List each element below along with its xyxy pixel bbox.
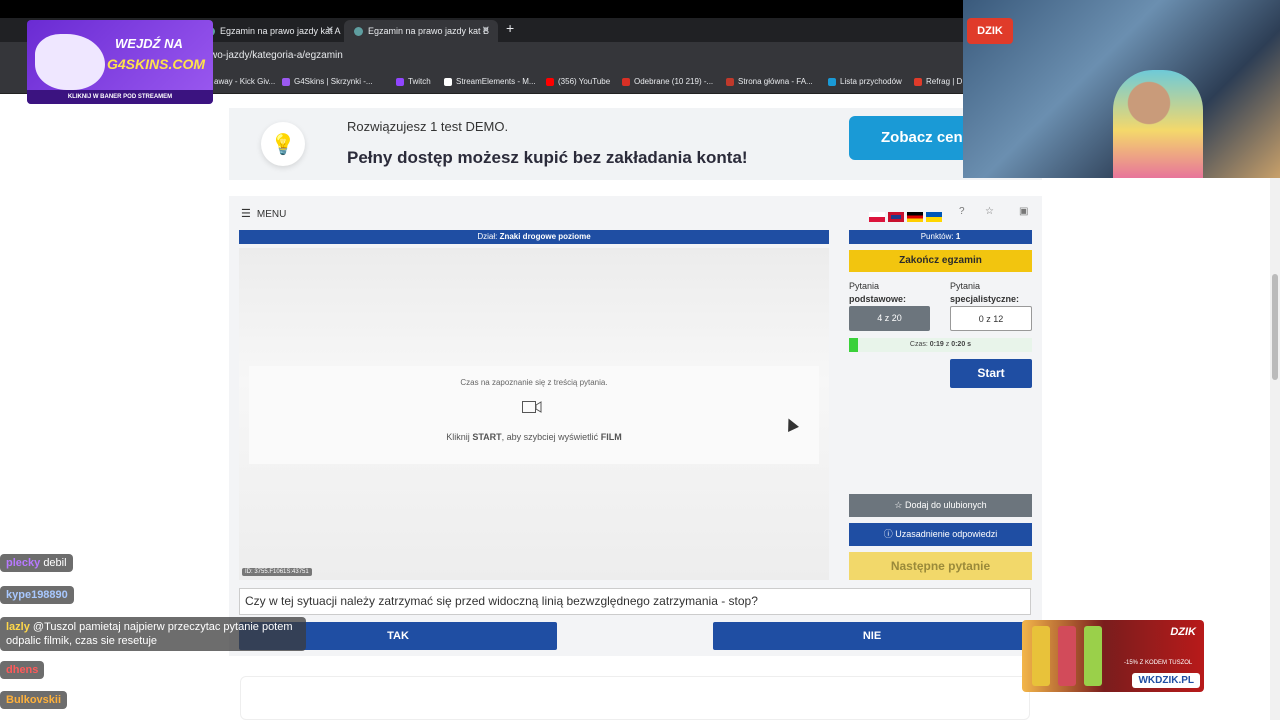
bookmark-icon [914,77,922,86]
scroll-thumb[interactable] [1272,274,1278,380]
bookmark-item[interactable]: Lista przychodów [828,77,902,86]
media-hint: Czas na zapoznanie się z treścią pytania… [460,378,608,387]
energy-can-image [1032,626,1050,686]
star-icon[interactable]: ☆ [985,206,994,217]
chat-message: lazly @Tuszol pamietaj najpierw przeczyt… [0,617,306,651]
flag-de-icon[interactable] [907,211,923,222]
close-icon[interactable]: ✕ [326,20,334,42]
dzik-ad-banner[interactable]: DZIK -15% Z KODEM TUSZOL WKDZIK.PL [1022,620,1204,692]
flag-pl-icon[interactable] [869,211,885,222]
promo-banner: 💡 Rozwiązujesz 1 test DEMO. Pełny dostęp… [229,108,1042,180]
bookmark-icon [828,77,836,86]
media-action-text: Kliknij START, aby szybciej wyświetlić F… [446,432,622,442]
bookmark-item[interactable]: Refrag | D [914,77,962,86]
energy-can-image [1058,626,1076,686]
twitch-icon [396,77,404,86]
question-text: Czy w tej sytuacji należy zatrzymać się … [239,588,1031,615]
category-name: Znaki drogowe poziome [499,232,591,241]
chat-message: Bulkovskii [0,691,68,709]
chat-overlay: plecky debil kype198890 lazly @Tuszol pa… [0,0,320,720]
bookmark-item[interactable]: (356) YouTube [546,77,610,86]
finish-exam-button[interactable]: Zakończ egzamin [849,250,1032,272]
bookmark-icon [444,77,452,86]
category-bar: Dział: Znaki drogowe poziome [239,230,829,244]
answer-no-button[interactable]: NIE [713,622,1031,650]
promo-subtitle: Rozwiązujesz 1 test DEMO. [347,119,509,134]
chat-message: kype198890 [0,586,74,604]
bookmark-icon [726,77,734,86]
chat-message: plecky debil [0,554,73,572]
gmail-icon [622,77,630,86]
specialist-questions-label: Pytania specjalistyczne: [950,281,1020,304]
dzik-logo: DZIK [1170,626,1196,638]
page-scrollbar[interactable] [1270,94,1280,720]
new-tab-button[interactable]: + [506,20,514,36]
add-favorite-button[interactable]: ☆ Dodaj do ulubionych [849,494,1032,517]
close-icon[interactable]: ✕ [482,20,490,42]
question-circle-icon: ⓘ [883,529,893,539]
help-icon[interactable]: ? [959,206,965,217]
video-camera-icon [522,401,542,413]
star-icon: ☆ [894,500,903,510]
basic-questions-counter: 4 z 20 [849,306,930,331]
save-icon[interactable]: ▣ [1019,206,1028,217]
specialist-questions-counter: 0 z 12 [950,306,1032,331]
dzik-logo: DZIK [967,18,1013,44]
youtube-icon [546,77,554,86]
bookmark-item[interactable]: Twitch [396,77,431,86]
bookmark-item[interactable]: StreamElements - M... [444,77,536,86]
explanation-button[interactable]: ⓘ Uzasadnienie odpowiedzi [849,523,1032,546]
bookmark-item[interactable]: Odebrane (10 219) -... [622,77,713,86]
bookmark-item[interactable]: Strona główna - FA... [726,77,813,86]
start-button[interactable]: Start [950,359,1032,388]
energy-can-image [1084,626,1102,686]
media-area: Czas na zapoznanie się z treścią pytania… [239,248,829,580]
points-bar: Punktów: 1 [849,230,1032,244]
flag-ua-icon[interactable] [926,211,942,222]
basic-questions-label: Pytania podstawowe: [849,281,907,304]
streamer-image [1113,70,1203,178]
language-flags [869,208,945,226]
webcam-overlay: DZIK [963,0,1280,178]
dzik-promo-code: -15% Z KODEM TUSZOL [1124,660,1193,666]
timer-bar: Czas: 0:19 z 0:20 s [849,338,1032,352]
media-placeholder: Czas na zapoznanie się z treścią pytania… [249,366,819,464]
exam-panel: ☰ MENU ? ☆ ▣ Dział: Znaki drogowe poziome… [229,196,1042,656]
tab-kat-b[interactable]: Egzamin na prawo jazdy kat B ✕ [344,20,498,42]
flag-en-icon[interactable] [888,211,904,222]
promo-title: Pełny dostęp możesz kupić bez zakładania… [347,148,748,167]
lower-content-card [240,676,1030,720]
timer-text: Czas: 0:19 z 0:20 s [909,341,972,348]
dzik-url: WKDZIK.PL [1132,673,1200,688]
next-question-button[interactable]: Następne pytanie [849,552,1032,580]
site-favicon-icon [354,27,363,37]
tab-title: Egzamin na prawo jazdy kat B [368,26,490,36]
chat-message: dhens [0,661,45,679]
